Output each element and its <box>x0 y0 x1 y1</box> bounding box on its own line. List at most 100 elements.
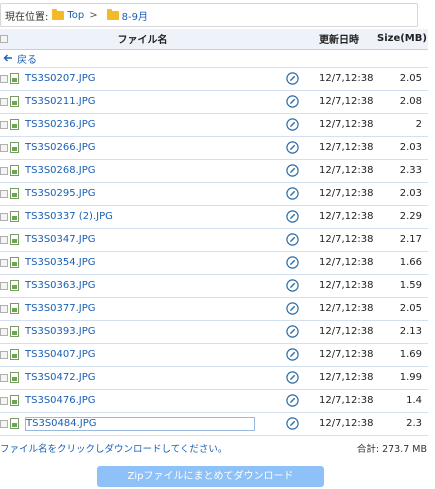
edit-icon[interactable] <box>285 187 299 200</box>
edit-icon[interactable] <box>285 95 299 108</box>
edit-icon[interactable] <box>285 256 299 269</box>
row-checkbox[interactable] <box>0 97 8 106</box>
column-header-date[interactable]: 更新日時 <box>309 29 377 50</box>
edit-icon[interactable] <box>285 417 299 430</box>
file-date: 12/7,12:38 <box>309 412 377 436</box>
row-checkbox[interactable] <box>0 74 8 83</box>
file-date: 12/7,12:38 <box>309 343 377 367</box>
row-checkbox[interactable] <box>0 304 8 313</box>
image-file-icon <box>10 164 19 176</box>
table-row: TS3S0407.JPG 12/7,12:38 1.69 <box>0 343 428 367</box>
file-name-link[interactable]: TS3S0207.JPG <box>25 73 96 84</box>
table-row: TS3S0484.JPG 12/7,12:38 2.3 <box>0 412 428 436</box>
select-all-checkbox[interactable] <box>0 34 8 43</box>
row-checkbox[interactable] <box>0 212 8 221</box>
table-row: TS3S0337 (2).JPG 12/7,12:38 2.29 <box>0 205 428 229</box>
file-name-link[interactable]: TS3S0295.JPG <box>25 188 96 199</box>
image-file-icon <box>10 233 19 245</box>
file-size: 1.69 <box>377 343 428 367</box>
table-row: TS3S0472.JPG 12/7,12:38 1.99 <box>0 366 428 390</box>
file-name-link[interactable]: TS3S0354.JPG <box>25 257 96 268</box>
table-row: TS3S0211.JPG 12/7,12:38 2.08 <box>0 90 428 114</box>
row-checkbox[interactable] <box>0 350 8 359</box>
file-size: 2.13 <box>377 320 428 344</box>
table-row: TS3S0236.JPG 12/7,12:38 2 <box>0 113 428 137</box>
edit-icon[interactable] <box>285 394 299 407</box>
file-name-link[interactable]: TS3S0377.JPG <box>25 303 96 314</box>
file-name-link[interactable]: TS3S0407.JPG <box>25 349 96 360</box>
row-checkbox[interactable] <box>0 419 8 428</box>
file-name-link[interactable]: TS3S0236.JPG <box>25 119 96 130</box>
file-size: 2.33 <box>377 159 428 183</box>
image-file-icon <box>10 118 19 130</box>
edit-icon[interactable] <box>285 279 299 292</box>
table-row: TS3S0207.JPG 12/7,12:38 2.05 <box>0 67 428 91</box>
file-date: 12/7,12:38 <box>309 274 377 298</box>
zip-download-button[interactable]: Zipファイルにまとめてダウンロード <box>97 466 324 487</box>
image-file-icon <box>10 72 19 84</box>
image-file-icon <box>10 141 19 153</box>
row-checkbox[interactable] <box>0 189 8 198</box>
file-size: 1.66 <box>377 251 428 275</box>
row-checkbox[interactable] <box>0 235 8 244</box>
table-row: TS3S0393.JPG 12/7,12:38 2.13 <box>0 320 428 344</box>
column-header-name[interactable]: ファイル名 <box>10 29 275 50</box>
edit-icon[interactable] <box>285 72 299 85</box>
file-size: 2.03 <box>377 182 428 206</box>
edit-icon[interactable] <box>285 302 299 315</box>
file-name-link[interactable]: TS3S0363.JPG <box>25 280 96 291</box>
file-size: 2.17 <box>377 228 428 252</box>
file-name-link[interactable]: TS3S0393.JPG <box>25 326 96 337</box>
edit-icon[interactable] <box>285 141 299 154</box>
edit-icon[interactable] <box>285 210 299 223</box>
file-size: 2.05 <box>377 297 428 321</box>
file-name-link[interactable]: TS3S0347.JPG <box>25 234 96 245</box>
image-file-icon <box>10 279 19 291</box>
image-file-icon <box>10 394 19 406</box>
image-file-icon <box>10 348 19 360</box>
edit-icon[interactable] <box>285 233 299 246</box>
file-date: 12/7,12:38 <box>309 159 377 183</box>
table-row: TS3S0476.JPG 12/7,12:38 1.4 <box>0 389 428 413</box>
edit-icon[interactable] <box>285 118 299 131</box>
back-label: 戻る <box>17 54 37 66</box>
file-date: 12/7,12:38 <box>309 297 377 321</box>
total-size: 合計: 273.7 MB <box>356 444 427 455</box>
file-name-link[interactable]: TS3S0211.JPG <box>25 96 96 107</box>
back-link[interactable]: 戻る <box>1 51 427 66</box>
edit-icon[interactable] <box>285 348 299 361</box>
file-name-link[interactable]: TS3S0337 (2).JPG <box>25 211 113 222</box>
file-name-link[interactable]: TS3S0266.JPG <box>25 142 96 153</box>
breadcrumb-label: 現在位置: <box>5 11 49 23</box>
row-checkbox[interactable] <box>0 281 8 290</box>
row-checkbox[interactable] <box>0 166 8 175</box>
breadcrumb-link-current[interactable]: 8-9月 <box>122 8 148 23</box>
row-checkbox[interactable] <box>0 143 8 152</box>
column-header-size[interactable]: Size(MB) <box>377 29 428 50</box>
row-checkbox[interactable] <box>0 327 8 336</box>
back-arrow-icon <box>3 54 12 62</box>
file-date: 12/7,12:38 <box>309 320 377 344</box>
file-name-link[interactable]: TS3S0476.JPG <box>25 395 96 406</box>
file-size: 1.59 <box>377 274 428 298</box>
edit-icon[interactable] <box>285 371 299 384</box>
row-checkbox[interactable] <box>0 396 8 405</box>
edit-icon[interactable] <box>285 325 299 338</box>
file-date: 12/7,12:38 <box>309 136 377 160</box>
table-header-row: ファイル名 更新日時 Size(MB) <box>0 29 428 50</box>
row-checkbox[interactable] <box>0 373 8 382</box>
file-name-link[interactable]: TS3S0268.JPG <box>25 165 96 176</box>
file-size: 2 <box>377 113 428 137</box>
row-checkbox[interactable] <box>0 120 8 129</box>
row-checkbox[interactable] <box>0 258 8 267</box>
table-row: TS3S0347.JPG 12/7,12:38 2.17 <box>0 228 428 252</box>
edit-icon[interactable] <box>285 164 299 177</box>
breadcrumb-link-top[interactable]: Top <box>67 10 84 21</box>
image-file-icon <box>10 95 19 107</box>
file-name-link[interactable]: TS3S0484.JPG <box>25 416 255 431</box>
file-name-link[interactable]: TS3S0472.JPG <box>25 372 96 383</box>
table-row: TS3S0377.JPG 12/7,12:38 2.05 <box>0 297 428 321</box>
image-file-icon <box>10 418 19 429</box>
file-date: 12/7,12:38 <box>309 182 377 206</box>
image-file-icon <box>10 210 19 222</box>
